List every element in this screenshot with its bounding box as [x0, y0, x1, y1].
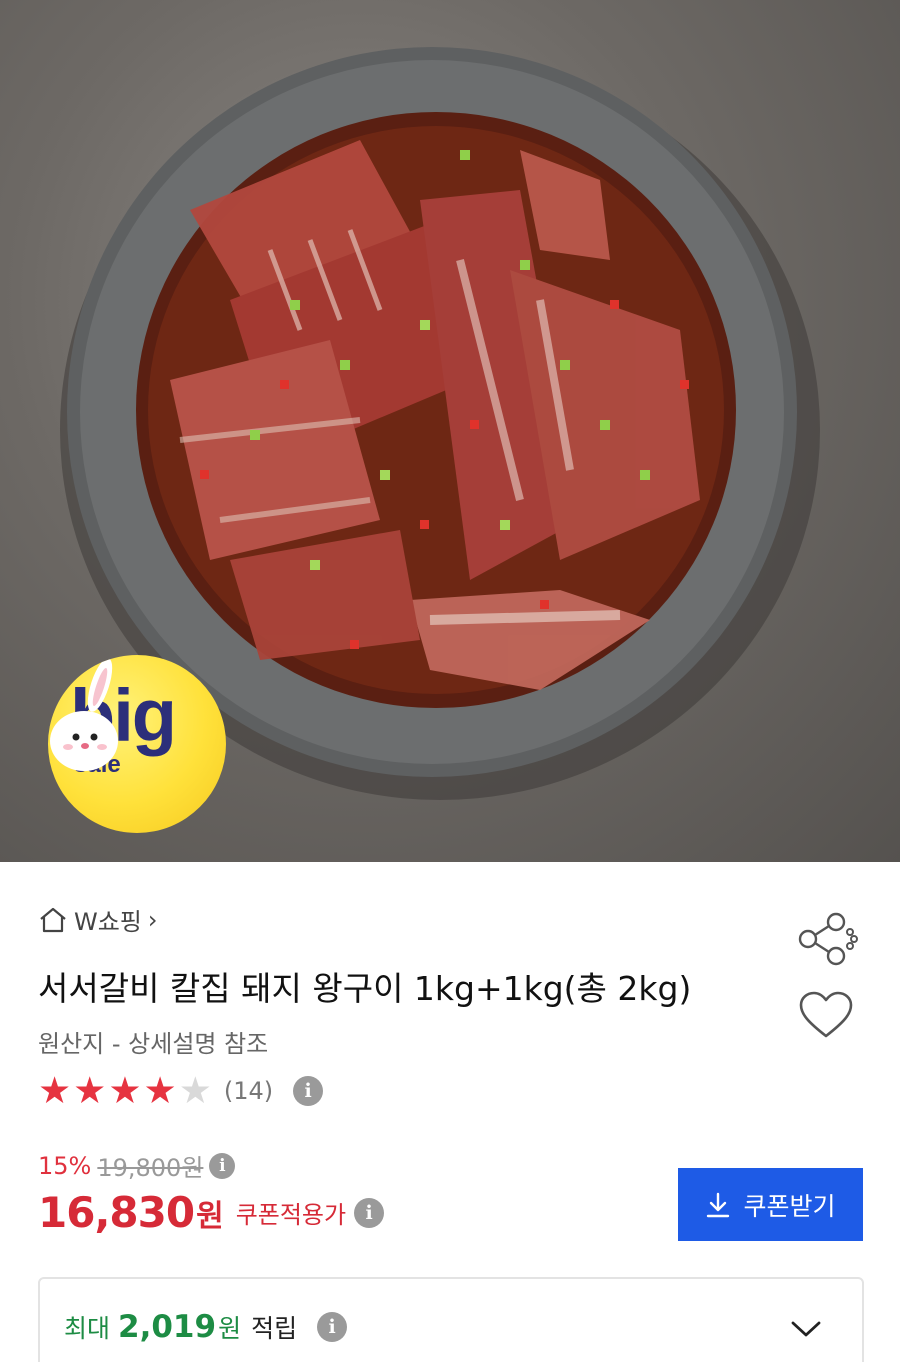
points-summary: 최대 2,019 원 적립 i	[64, 1309, 348, 1345]
review-count[interactable]: (14)	[224, 1077, 273, 1105]
home-icon	[40, 907, 66, 932]
points-info-icon[interactable]: i	[317, 1312, 348, 1342]
star-empty-icon: ★	[178, 1069, 212, 1112]
points-unit: 원	[218, 1314, 242, 1343]
chevron-down-icon[interactable]	[790, 1319, 822, 1339]
points-accordion[interactable]: 최대 2,019 원 적립 i	[38, 1277, 864, 1362]
points-amount: 2,019	[118, 1309, 217, 1345]
discount-rate: 15%	[38, 1151, 92, 1180]
coupon-price-label: 쿠폰적용가	[235, 1201, 347, 1229]
share-icon[interactable]	[796, 912, 860, 966]
star-filled-icon: ★	[38, 1069, 72, 1112]
big-sale-badge: big sale	[48, 655, 226, 833]
heart-icon[interactable]	[798, 990, 854, 1040]
points-prefix: 최대	[64, 1314, 111, 1343]
star-filled-icon: ★	[73, 1069, 107, 1112]
points-suffix: 적립	[251, 1314, 298, 1343]
bunny-icon	[50, 658, 118, 771]
download-icon	[707, 1192, 730, 1217]
original-price-row: 15% 19,800원 i	[38, 1148, 236, 1183]
chevron-right-icon: ›	[147, 905, 158, 934]
get-coupon-button[interactable]: 쿠폰받기	[678, 1168, 863, 1241]
store-name: W쇼핑	[74, 908, 142, 936]
coupon-price-info-icon[interactable]: i	[354, 1197, 385, 1228]
product-title: 서서갈비 칼집 돼지 왕구이 1kg+1kg(총 2kg)	[38, 969, 692, 1008]
price-row: 16,830 원 쿠폰적용가 i	[38, 1188, 385, 1237]
sale-price: 16,830	[38, 1188, 195, 1237]
star-rating: ★ ★ ★ ★ ★	[38, 1071, 212, 1111]
product-image[interactable]: big sale	[0, 0, 900, 862]
star-filled-icon: ★	[108, 1069, 142, 1112]
star-filled-icon: ★	[143, 1069, 177, 1112]
product-origin: 원산지 - 상세설명 참조	[38, 1030, 269, 1058]
rating-row: ★ ★ ★ ★ ★ (14) i	[38, 1071, 324, 1111]
original-price: 19,800원	[97, 1154, 204, 1182]
sale-price-unit: 원	[196, 1198, 224, 1234]
get-coupon-label: 쿠폰받기	[743, 1192, 836, 1221]
price-info-icon[interactable]: i	[209, 1152, 236, 1179]
rating-info-icon[interactable]: i	[293, 1076, 324, 1106]
store-breadcrumb[interactable]: W쇼핑 ›	[38, 902, 158, 937]
